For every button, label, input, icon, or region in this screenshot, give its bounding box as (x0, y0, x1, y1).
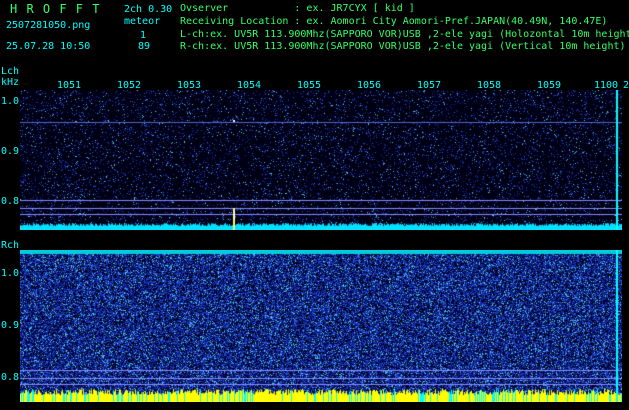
bottom-freq-tick: 1.0 (1, 268, 20, 279)
lch-info-line: L-ch:ex. UV5R 113.900Mhz(SAPPORO VOR)USB… (180, 29, 629, 40)
meteor-count-rch: 89 (138, 41, 151, 52)
lch-waterfall (20, 90, 622, 230)
observer-line: Ovserver : ex. JR7CYX [ kid ] (180, 3, 415, 14)
app-title: H R O F F T (10, 2, 101, 16)
top-freq-tick: 1.0 (1, 96, 20, 107)
rch-info-line: R-ch:ex. UV5R 113.900Mhz(SAPPORO VOR)USB… (180, 41, 626, 52)
rch-label: Rch (1, 240, 20, 251)
bottom-freq-tick: 0.9 (1, 320, 20, 331)
khz-label: kHz (1, 77, 20, 88)
rch-waterfall (20, 250, 622, 402)
filename-label: 2507281050.png (6, 20, 91, 31)
channel-info: 2ch 0.30 (124, 4, 173, 15)
location-line: Receiving Location : ex. Aomori City Aom… (180, 16, 608, 27)
top-freq-tick: 0.9 (1, 146, 20, 157)
top-freq-tick: 0.8 (1, 196, 20, 207)
datetime-label: 25.07.28 10:50 (6, 41, 91, 52)
meteor-label: meteor (124, 16, 161, 27)
bottom-freq-tick: 0.8 (1, 372, 20, 383)
time-tick-edge: 2 (623, 80, 629, 91)
lch-label: Lch (1, 66, 20, 77)
